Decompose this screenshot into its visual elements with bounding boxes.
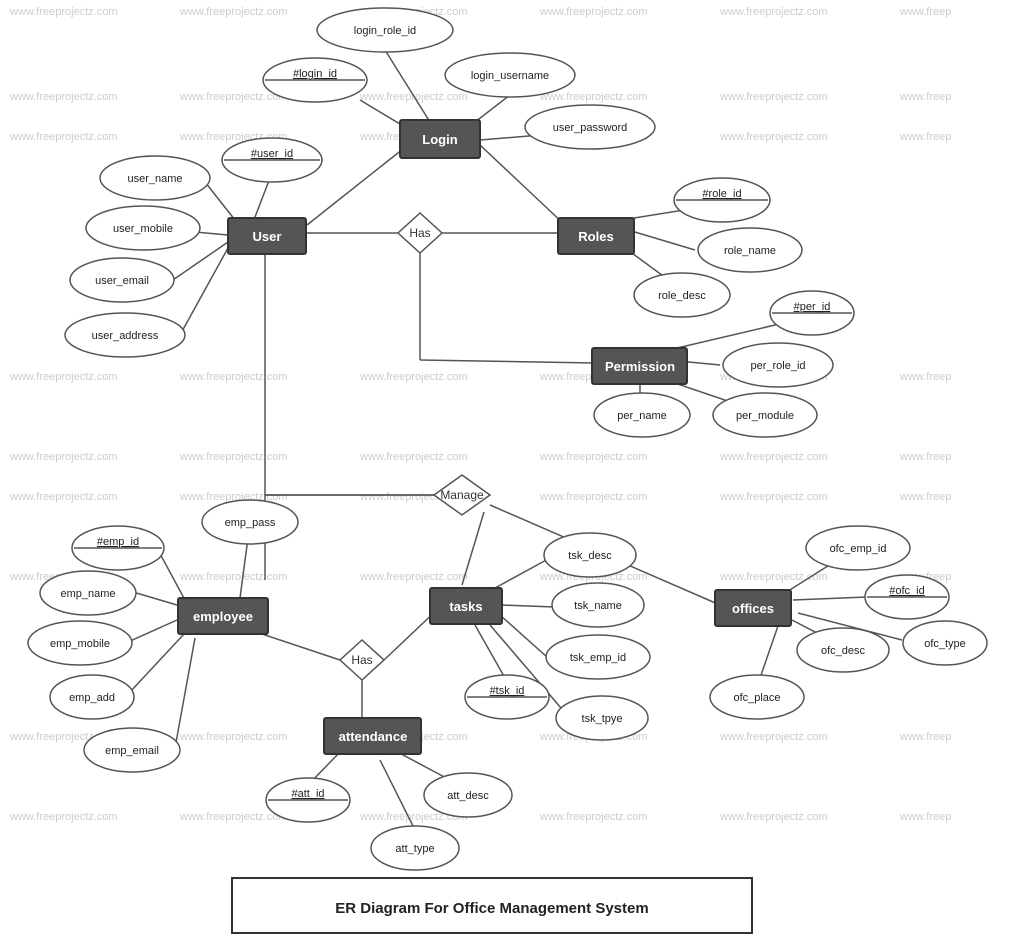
- svg-text:per_name: per_name: [617, 410, 667, 422]
- svg-text:Permission: Permission: [605, 359, 675, 374]
- svg-text:www.freeprojectz.com: www.freeprojectz.com: [9, 91, 118, 103]
- svg-text:user_address: user_address: [92, 330, 159, 342]
- svg-text:www.freep: www.freep: [899, 451, 951, 463]
- svg-text:user_name: user_name: [127, 173, 182, 185]
- svg-text:www.freeprojectz.com: www.freeprojectz.com: [9, 6, 118, 18]
- svg-text:www.freeprojectz.com: www.freeprojectz.com: [9, 451, 118, 463]
- svg-text:www.freeprojectz.com: www.freeprojectz.com: [719, 491, 828, 503]
- svg-text:ofc_emp_id: ofc_emp_id: [830, 543, 887, 555]
- svg-text:www.freep: www.freep: [899, 371, 951, 383]
- svg-text:offices: offices: [732, 601, 774, 616]
- svg-text:#per_id: #per_id: [794, 301, 831, 313]
- svg-text:emp_pass: emp_pass: [225, 517, 276, 529]
- svg-text:www.freeprojectz.com: www.freeprojectz.com: [179, 451, 288, 463]
- svg-text:#att_id: #att_id: [291, 788, 324, 800]
- svg-text:www.freeprojectz.com: www.freeprojectz.com: [179, 731, 288, 743]
- svg-text:www.freeprojectz.com: www.freeprojectz.com: [539, 6, 648, 18]
- svg-text:tsk_desc: tsk_desc: [568, 550, 612, 562]
- svg-text:www.freeprojectz.com: www.freeprojectz.com: [359, 571, 468, 583]
- svg-text:www.freeprojectz.com: www.freeprojectz.com: [359, 451, 468, 463]
- svg-text:Roles: Roles: [578, 229, 613, 244]
- svg-text:www.freeprojectz.com: www.freeprojectz.com: [179, 811, 288, 823]
- svg-text:user_mobile: user_mobile: [113, 223, 173, 235]
- svg-text:role_desc: role_desc: [658, 290, 706, 302]
- svg-text:www.freep: www.freep: [899, 91, 951, 103]
- svg-text:#role_id: #role_id: [702, 188, 741, 200]
- svg-text:per_role_id: per_role_id: [750, 360, 805, 372]
- svg-text:tsk_tpye: tsk_tpye: [582, 713, 623, 725]
- svg-text:www.freeprojectz.com: www.freeprojectz.com: [719, 6, 828, 18]
- svg-text:#emp_id: #emp_id: [97, 536, 139, 548]
- svg-text:www.freeprojectz.com: www.freeprojectz.com: [359, 371, 468, 383]
- svg-text:ofc_place: ofc_place: [733, 692, 780, 704]
- svg-text:www.freeprojectz.com: www.freeprojectz.com: [719, 451, 828, 463]
- caption-text: ER Diagram For Office Management System: [335, 900, 648, 917]
- svg-text:login_role_id: login_role_id: [354, 25, 416, 37]
- svg-text:www.freeprojectz.com: www.freeprojectz.com: [359, 91, 468, 103]
- svg-text:#user_id: #user_id: [251, 148, 293, 160]
- svg-text:www.freeprojectz.com: www.freeprojectz.com: [9, 371, 118, 383]
- svg-text:#tsk_id: #tsk_id: [490, 685, 525, 697]
- svg-text:att_type: att_type: [395, 843, 434, 855]
- svg-text:emp_email: emp_email: [105, 745, 159, 757]
- svg-text:attendance: attendance: [339, 729, 408, 744]
- svg-text:user_email: user_email: [95, 275, 149, 287]
- svg-text:www.freeprojectz.com: www.freeprojectz.com: [539, 451, 648, 463]
- svg-text:www.freeprojectz.com: www.freeprojectz.com: [719, 91, 828, 103]
- svg-text:www.freeprojectz.com: www.freeprojectz.com: [9, 131, 118, 143]
- svg-text:Login: Login: [422, 132, 457, 147]
- svg-text:att_desc: att_desc: [447, 790, 489, 802]
- svg-text:#login_id: #login_id: [293, 68, 337, 80]
- svg-text:ofc_type: ofc_type: [924, 638, 966, 650]
- svg-text:emp_name: emp_name: [60, 588, 115, 600]
- svg-text:www.freeprojectz.com: www.freeprojectz.com: [539, 91, 648, 103]
- svg-text:role_name: role_name: [724, 245, 776, 257]
- svg-text:www.freeprojectz.com: www.freeprojectz.com: [9, 811, 118, 823]
- svg-text:Has: Has: [351, 653, 372, 667]
- svg-text:www.freeprojectz.com: www.freeprojectz.com: [539, 811, 648, 823]
- svg-text:www.freeprojectz.com: www.freeprojectz.com: [539, 491, 648, 503]
- svg-text:tasks: tasks: [449, 599, 482, 614]
- svg-text:emp_mobile: emp_mobile: [50, 638, 110, 650]
- svg-text:www.freeprojectz.com: www.freeprojectz.com: [719, 731, 828, 743]
- svg-text:www.freeprojectz.com: www.freeprojectz.com: [719, 131, 828, 143]
- svg-text:#ofc_id: #ofc_id: [889, 585, 924, 597]
- svg-text:per_module: per_module: [736, 410, 794, 422]
- svg-text:user_password: user_password: [553, 122, 628, 134]
- svg-text:login_username: login_username: [471, 70, 549, 82]
- svg-text:Manage: Manage: [440, 488, 484, 502]
- svg-text:emp_add: emp_add: [69, 692, 115, 704]
- svg-text:employee: employee: [193, 609, 253, 624]
- svg-text:www.freep: www.freep: [899, 131, 951, 143]
- svg-text:www.freep: www.freep: [899, 731, 951, 743]
- svg-text:www.freep: www.freep: [899, 491, 951, 503]
- svg-text:tsk_emp_id: tsk_emp_id: [570, 652, 626, 664]
- svg-text:Has: Has: [409, 226, 430, 240]
- svg-text:www.freeprojectz.com: www.freeprojectz.com: [9, 491, 118, 503]
- svg-text:www.freep: www.freep: [899, 811, 951, 823]
- svg-text:ofc_desc: ofc_desc: [821, 645, 866, 657]
- svg-text:tsk_name: tsk_name: [574, 600, 622, 612]
- svg-text:User: User: [253, 229, 282, 244]
- svg-text:www.freep: www.freep: [899, 6, 951, 18]
- svg-text:www.freeprojectz.com: www.freeprojectz.com: [179, 6, 288, 18]
- svg-text:www.freeprojectz.com: www.freeprojectz.com: [179, 371, 288, 383]
- svg-text:www.freeprojectz.com: www.freeprojectz.com: [179, 571, 288, 583]
- svg-text:www.freeprojectz.com: www.freeprojectz.com: [719, 811, 828, 823]
